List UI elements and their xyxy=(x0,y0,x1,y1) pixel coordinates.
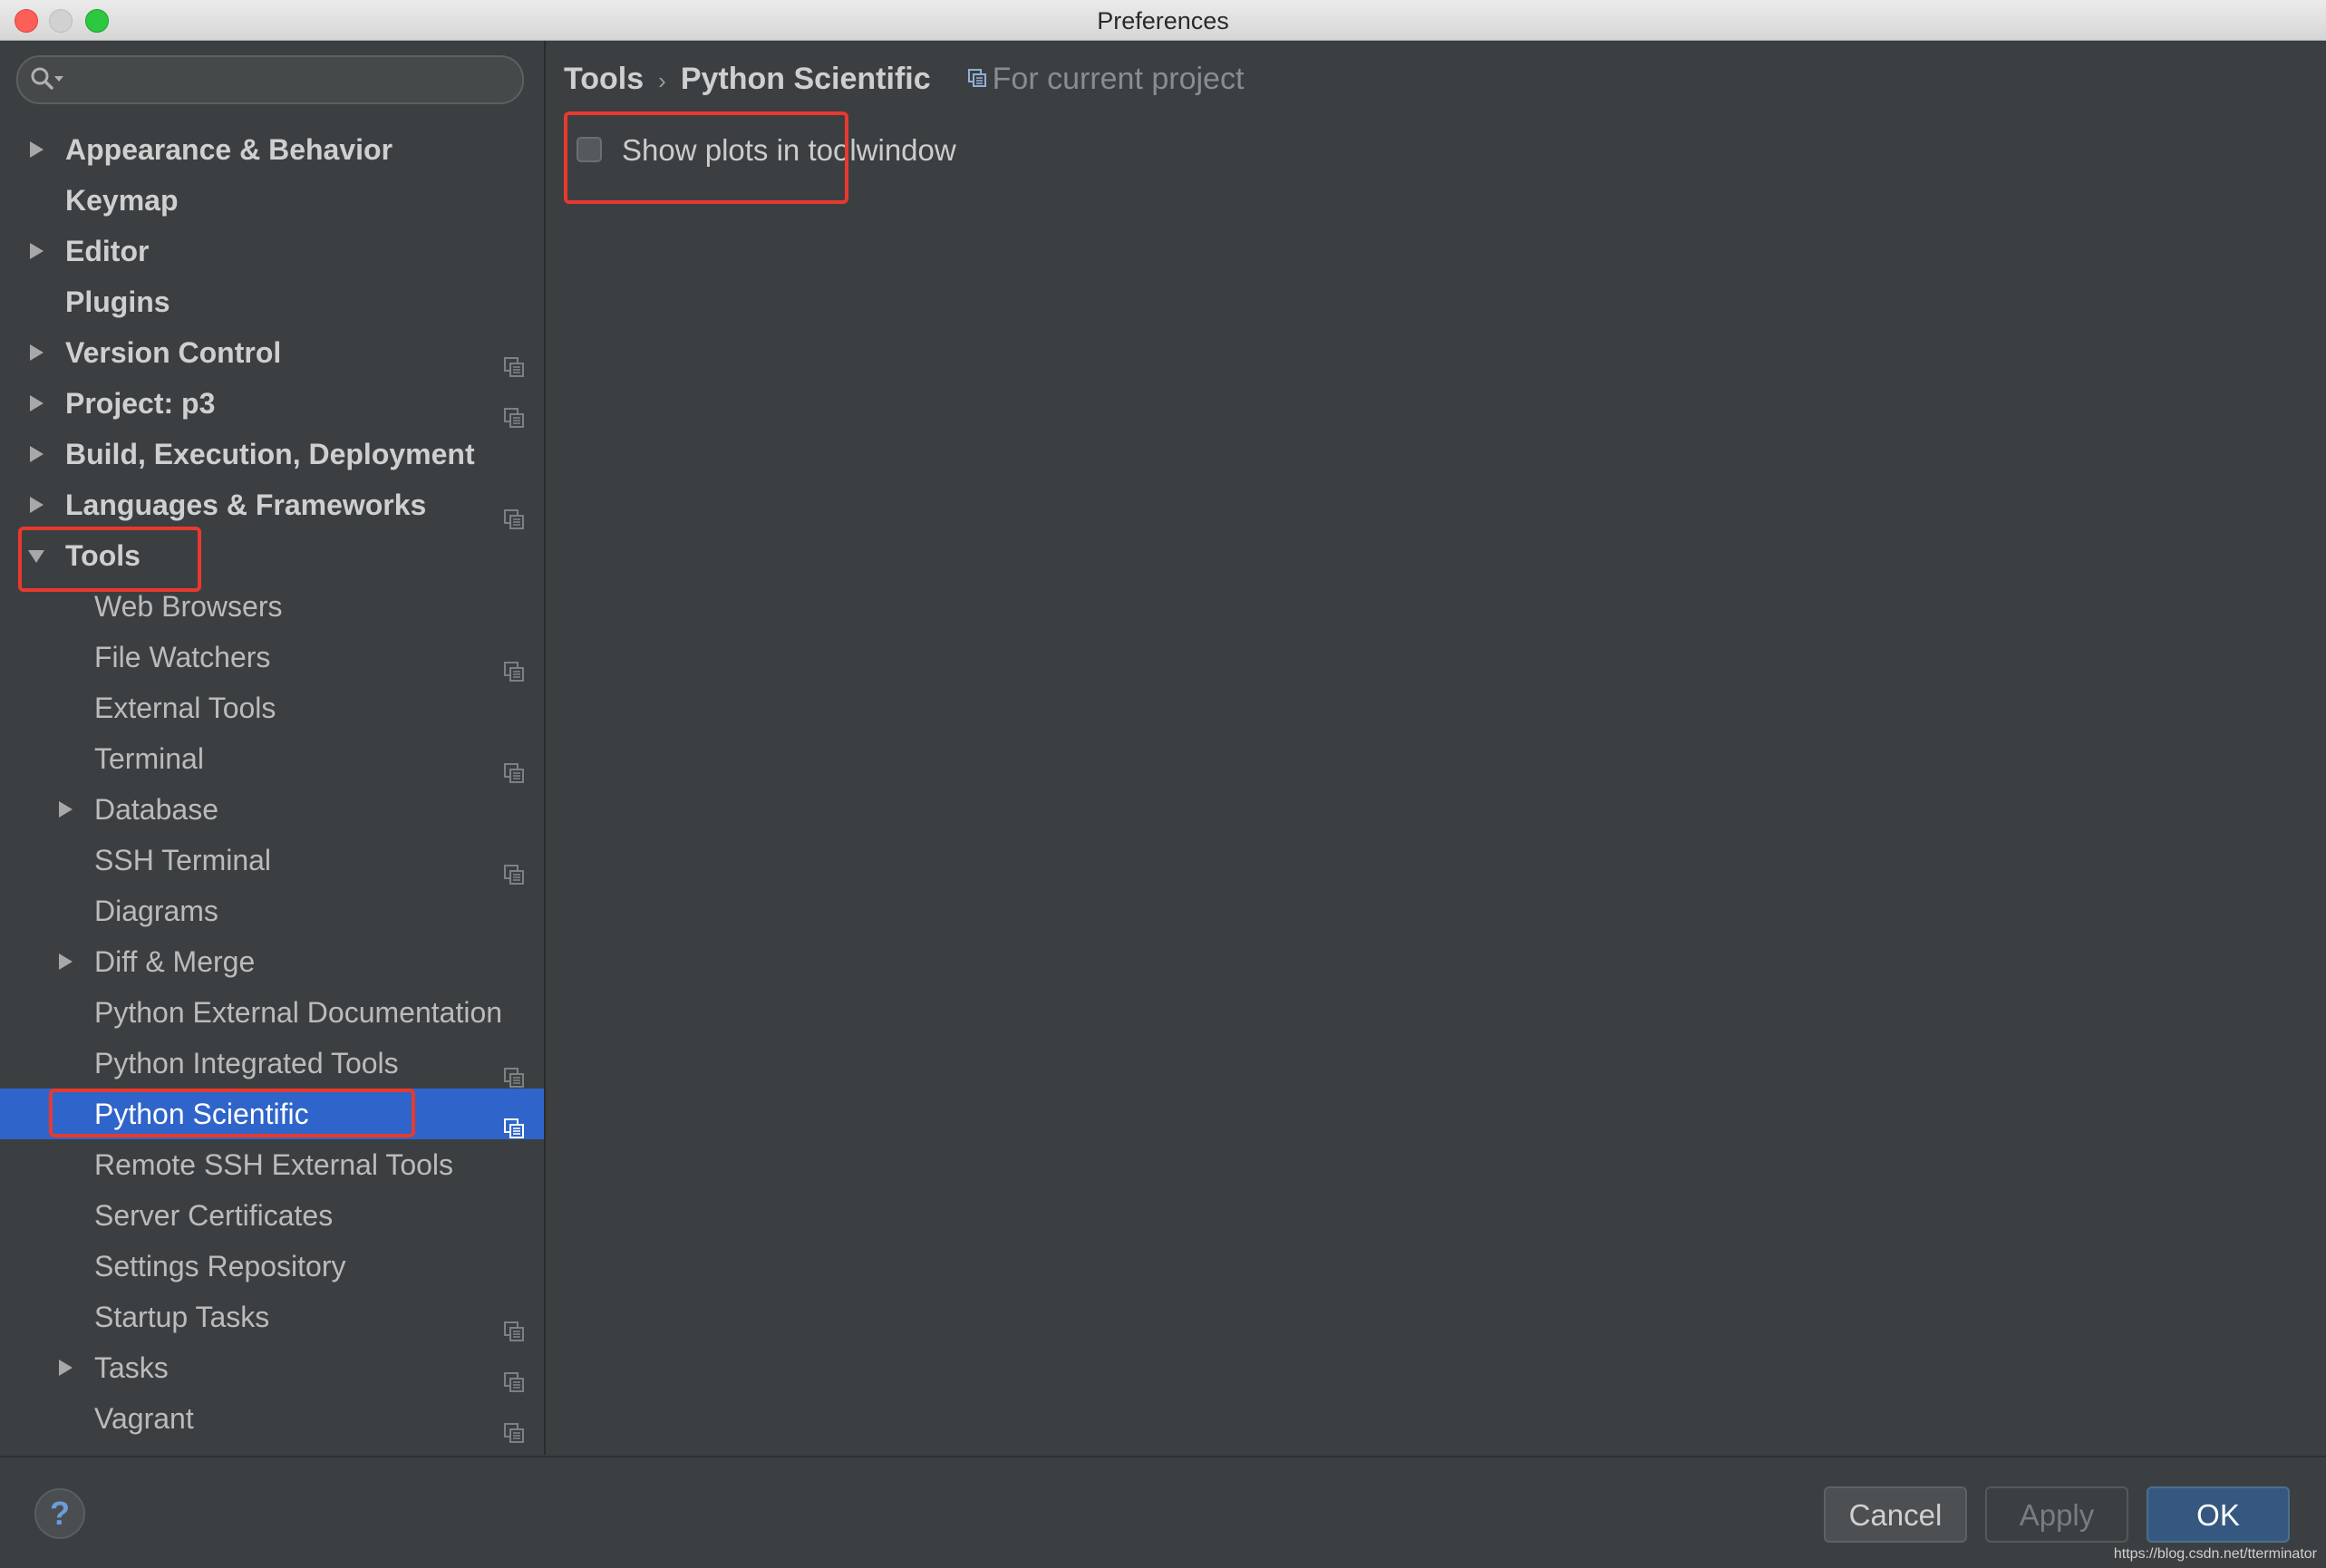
cancel-button[interactable]: Cancel xyxy=(1824,1486,1967,1543)
sidebar-item-label: External Tools xyxy=(94,692,276,724)
sidebar-item-label: Python Scientific xyxy=(94,1098,309,1130)
collapsed-arrow-icon[interactable] xyxy=(25,429,47,479)
collapsed-arrow-icon[interactable] xyxy=(54,936,76,987)
sidebar-item-label: Tasks xyxy=(94,1351,169,1384)
settings-tree: Appearance & Behavior Keymap Editor Plugins… xyxy=(0,124,544,1455)
preferences-window: Preferences Appearance & Behavior Keymap E… xyxy=(0,0,2326,1568)
breadcrumb-python-scientific: Python Scientific xyxy=(680,62,931,96)
scope-indicator: For current project xyxy=(967,62,1245,96)
collapsed-arrow-icon[interactable] xyxy=(54,1342,76,1393)
sidebar-item-clipped xyxy=(0,1444,544,1455)
project-scope-icon xyxy=(967,58,987,98)
sidebar-item-startup-tasks[interactable]: Startup Tasks xyxy=(0,1292,544,1342)
breadcrumb-separator-icon: › xyxy=(658,67,666,94)
sidebar-item-label: Python Integrated Tools xyxy=(94,1047,399,1079)
dialog-footer: ? Cancel Apply OK xyxy=(0,1456,2326,1568)
sidebar-item-label: Version Control xyxy=(65,336,282,369)
sidebar-item-label: Keymap xyxy=(65,184,179,217)
sidebar-item-appearance-behavior[interactable]: Appearance & Behavior xyxy=(0,124,544,175)
sidebar-item-project-p3[interactable]: Project: p3 xyxy=(0,378,544,429)
sidebar-item-keymap[interactable]: Keymap xyxy=(0,175,544,226)
show-plots-checkbox[interactable] xyxy=(577,137,602,162)
sidebar-item-build-execution-deployment[interactable]: Build, Execution, Deployment xyxy=(0,429,544,479)
collapsed-arrow-icon[interactable] xyxy=(25,327,47,378)
sidebar-item-external-tools[interactable]: External Tools xyxy=(0,682,544,733)
sidebar-item-editor[interactable]: Editor xyxy=(0,226,544,276)
sidebar-item-plugins[interactable]: Plugins xyxy=(0,276,544,327)
sidebar-item-label: Diagrams xyxy=(94,895,218,927)
sidebar-item-label: Plugins xyxy=(65,286,170,318)
search-icon[interactable] xyxy=(29,65,69,99)
sidebar-item-label: Startup Tasks xyxy=(94,1301,270,1333)
sidebar-item-label: Database xyxy=(94,793,218,826)
sidebar-item-label: File Watchers xyxy=(94,641,271,673)
apply-button[interactable]: Apply xyxy=(1985,1486,2128,1543)
show-plots-label[interactable]: Show plots in toolwindow xyxy=(622,130,956,171)
title-bar: Preferences xyxy=(0,0,2326,41)
sidebar-item-python-scientific[interactable]: Python Scientific xyxy=(0,1089,544,1139)
breadcrumb: Tools › Python Scientific For current proje… xyxy=(564,59,1244,99)
sidebar-item-label: Server Certificates xyxy=(94,1199,334,1232)
sidebar-item-label: Remote SSH External Tools xyxy=(94,1148,454,1181)
sidebar-item-database[interactable]: Database xyxy=(0,784,544,835)
sidebar-item-file-watchers[interactable]: File Watchers xyxy=(0,632,544,682)
sidebar-item-tasks[interactable]: Tasks xyxy=(0,1342,544,1393)
collapsed-arrow-icon[interactable] xyxy=(25,226,47,276)
help-button[interactable]: ? xyxy=(34,1488,85,1539)
sidebar-item-python-external-documentation[interactable]: Python External Documentation xyxy=(0,987,544,1038)
sidebar-item-ssh-terminal[interactable]: SSH Terminal xyxy=(0,835,544,886)
sidebar-item-label: Appearance & Behavior xyxy=(65,133,393,166)
window-title: Preferences xyxy=(1097,7,1229,34)
collapsed-arrow-icon[interactable] xyxy=(25,124,47,175)
watermark: https://blog.csdn.net/tterminator xyxy=(2113,1546,2317,1562)
sidebar-item-terminal[interactable]: Terminal xyxy=(0,733,544,784)
collapsed-arrow-icon[interactable] xyxy=(25,378,47,429)
settings-search-box[interactable] xyxy=(16,55,524,104)
sidebar-item-vagrant[interactable]: Vagrant xyxy=(0,1393,544,1444)
expanded-arrow-icon[interactable] xyxy=(25,530,47,581)
breadcrumb-tools[interactable]: Tools xyxy=(564,62,644,96)
sidebar-item-server-certificates[interactable]: Server Certificates xyxy=(0,1190,544,1241)
settings-search-input[interactable] xyxy=(74,63,504,97)
scope-label: For current project xyxy=(992,62,1245,96)
sidebar-item-label: Languages & Frameworks xyxy=(65,489,427,521)
sidebar-item-label: SSH Terminal xyxy=(94,844,272,876)
sidebar-item-languages-frameworks[interactable]: Languages & Frameworks xyxy=(0,479,544,530)
settings-content-panel: Tools › Python Scientific For current proje… xyxy=(546,41,2326,1455)
sidebar-item-settings-repository[interactable]: Settings Repository xyxy=(0,1241,544,1292)
sidebar-item-label: Web Browsers xyxy=(94,590,283,623)
sidebar-item-label: Tools xyxy=(65,539,141,572)
sidebar-item-tools[interactable]: Tools xyxy=(0,530,544,581)
sidebar-item-diff-merge[interactable]: Diff & Merge xyxy=(0,936,544,987)
ok-button[interactable]: OK xyxy=(2147,1486,2290,1543)
sidebar-item-version-control[interactable]: Version Control xyxy=(0,327,544,378)
sidebar-item-label: Editor xyxy=(65,235,150,267)
sidebar-item-web-browsers[interactable]: Web Browsers xyxy=(0,581,544,632)
sidebar-item-diagrams[interactable]: Diagrams xyxy=(0,886,544,936)
sidebar-item-python-integrated-tools[interactable]: Python Integrated Tools xyxy=(0,1038,544,1089)
sidebar-item-remote-ssh-external-tools[interactable]: Remote SSH External Tools xyxy=(0,1139,544,1190)
sidebar-item-label: Python External Documentation xyxy=(94,996,503,1029)
sidebar-item-label: Project: p3 xyxy=(65,387,216,420)
sidebar-item-label: Vagrant xyxy=(94,1402,194,1435)
collapsed-arrow-icon[interactable] xyxy=(54,784,76,835)
collapsed-arrow-icon[interactable] xyxy=(25,479,47,530)
sidebar-item-label: Settings Repository xyxy=(94,1250,346,1282)
sidebar-item-label: Diff & Merge xyxy=(94,945,256,978)
settings-sidebar: Appearance & Behavior Keymap Editor Plugins… xyxy=(0,41,546,1455)
sidebar-item-label: Build, Execution, Deployment xyxy=(65,438,475,470)
sidebar-item-label: Terminal xyxy=(94,742,204,775)
